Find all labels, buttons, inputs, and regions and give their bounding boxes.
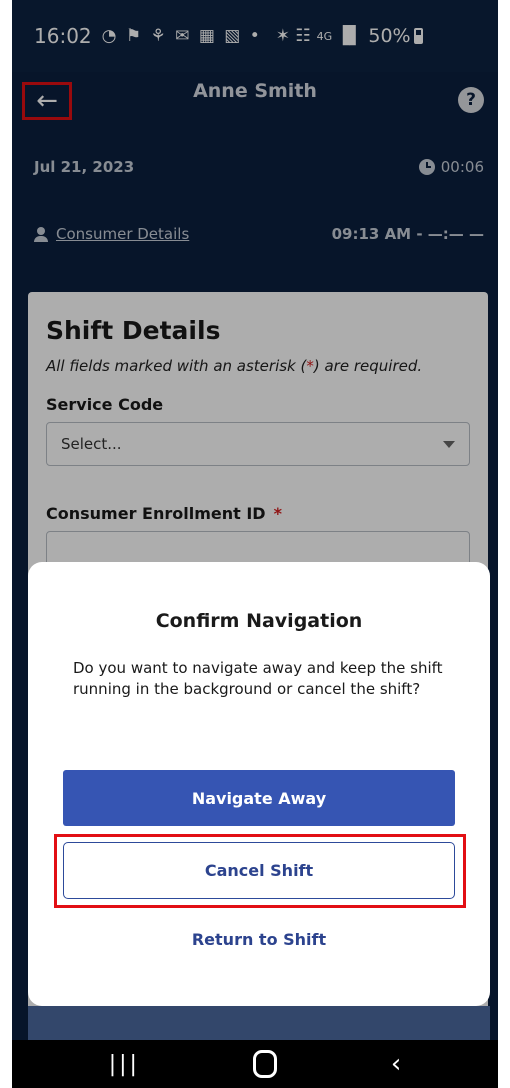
phone-screen: 16:02 ◔ ⚑ ⚘ ✉ ▦ ▧ • ✶ ☷ 4G ▐▌ 50% ← Anne…: [12, 0, 498, 1088]
home-icon[interactable]: [253, 1050, 278, 1078]
navigate-away-button[interactable]: Navigate Away: [63, 770, 455, 826]
recents-icon[interactable]: |||: [109, 1052, 140, 1077]
return-to-shift-button[interactable]: Return to Shift: [28, 930, 490, 949]
cancel-shift-button[interactable]: Cancel Shift: [63, 842, 455, 899]
dialog-message: Do you want to navigate away and keep th…: [73, 659, 443, 698]
confirm-navigation-dialog: Confirm Navigation Do you want to naviga…: [28, 562, 490, 1006]
bottom-strip: [28, 1006, 490, 1040]
system-nav-bar: ||| ‹: [12, 1040, 498, 1088]
back-nav-icon[interactable]: ‹: [391, 1049, 401, 1079]
dialog-title: Confirm Navigation: [155, 610, 363, 632]
